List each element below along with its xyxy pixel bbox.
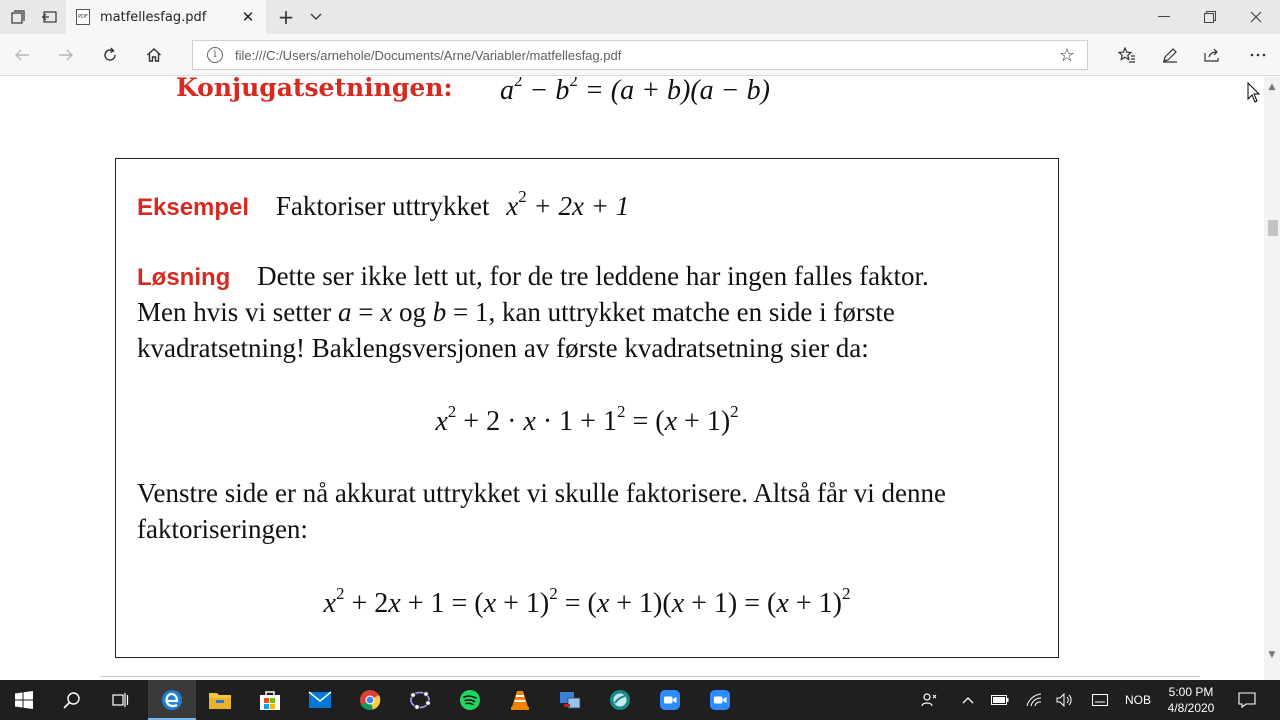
losning-line-2: Men hvis vi setter a = x og b = 1, kan u…: [137, 297, 895, 327]
site-info-icon[interactable]: i: [207, 47, 223, 63]
losning-text-1: Dette ser ikke lett ut, for de tre ledde…: [257, 261, 929, 291]
scroll-thumb[interactable]: [1268, 220, 1278, 236]
geogebra-icon[interactable]: [396, 680, 444, 720]
tab-title: matfellesfag.pdf: [100, 9, 207, 25]
system-clock[interactable]: 5:00 PM 4/8/2020: [1158, 684, 1224, 716]
mail-icon[interactable]: [296, 680, 344, 720]
losning-line-3: kvadratsetning! Baklengsversjonen av før…: [137, 333, 869, 363]
konjugat-formula: a2 − b2 = (a + b)(a − b): [500, 77, 770, 106]
chrome-icon[interactable]: [346, 680, 394, 720]
equation-2: x2 + 2x + 1 = (x + 1)2 = (x + 1)(x + 1) …: [323, 584, 851, 619]
restore-icon[interactable]: [1187, 0, 1233, 34]
wifi-icon[interactable]: [1022, 680, 1046, 720]
venstre-line-2: faktoriseringen:: [137, 514, 308, 544]
more-icon[interactable]: [1236, 34, 1280, 76]
favorite-star-icon[interactable]: ☆: [1047, 45, 1087, 66]
people-icon[interactable]: [916, 680, 942, 720]
browser-toolbar: i file:///C:/Users/arnehole/Documents/Ar…: [0, 34, 1280, 76]
page-separator: [100, 676, 1200, 677]
clock-date: 4/8/2020: [1167, 701, 1215, 715]
search-icon[interactable]: [48, 680, 96, 720]
example-box: Eksempel Faktoriser uttrykket x2 + 2x + …: [115, 158, 1059, 658]
file-explorer-icon[interactable]: [196, 680, 244, 720]
zoom-icon[interactable]: [646, 680, 694, 720]
close-window-icon[interactable]: [1233, 0, 1279, 34]
pdf-icon: PDF: [76, 9, 90, 25]
favorites-list-icon[interactable]: [1105, 34, 1149, 76]
tab-bar: PDF matfellesfag.pdf ✕ +: [0, 0, 1280, 34]
back-icon[interactable]: [0, 34, 44, 76]
active-tab[interactable]: PDF matfellesfag.pdf ✕: [66, 0, 266, 34]
losning-text-2a: Men hvis vi setter: [137, 297, 332, 327]
home-icon[interactable]: [132, 34, 176, 76]
pdf-viewer: Konjugatsetningen: a2 − b2 = (a + b)(a −…: [0, 77, 1264, 680]
url-text[interactable]: file:///C:/Users/arnehole/Documents/Arne…: [235, 48, 1047, 63]
venstre-line-1: Venstre side er nå akkurat uttrykket vi …: [137, 478, 946, 508]
task-view-icon[interactable]: [96, 680, 144, 720]
battery-icon[interactable]: [988, 680, 1012, 720]
spotify-icon[interactable]: [446, 680, 494, 720]
close-tab-icon[interactable]: ✕: [236, 8, 260, 26]
scroll-up-icon[interactable]: ▲: [1264, 79, 1280, 95]
refresh-icon[interactable]: [88, 34, 132, 76]
chevron-down-icon[interactable]: [302, 0, 330, 34]
eksempel-text: Faktoriser uttrykket: [275, 191, 490, 221]
eksempel-line: Eksempel Faktoriser uttrykket x2 + 2x + …: [137, 179, 629, 226]
windows-start-icon[interactable]: [0, 680, 48, 720]
volume-icon[interactable]: [1053, 680, 1077, 720]
new-tab-button[interactable]: +: [272, 0, 300, 34]
pen-icon[interactable]: [1148, 34, 1192, 76]
set-aside-tabs-icon[interactable]: [33, 0, 65, 34]
assign-a: a: [337, 297, 352, 327]
assign-b: b: [432, 297, 447, 327]
equation-1: x2 + 2 · x · 1 + 12 = (x + 1)2: [435, 402, 739, 437]
scroll-down-icon[interactable]: ▼: [1264, 647, 1280, 663]
network-app-icon[interactable]: [546, 680, 594, 720]
losning-heading: Løsning: [137, 264, 231, 291]
losning-text-2b: og: [398, 297, 426, 327]
eksempel-expression: x2 + 2x + 1: [506, 187, 630, 221]
eksempel-heading: Eksempel: [137, 194, 250, 221]
chevron-up-icon[interactable]: [956, 680, 980, 720]
tab-actions-icon[interactable]: [2, 0, 34, 34]
store-icon[interactable]: [246, 680, 294, 720]
losning-text-2c: , kan uttrykket matche en side i første: [488, 297, 895, 327]
share-icon[interactable]: [1191, 34, 1235, 76]
vlc-icon[interactable]: [496, 680, 544, 720]
edge-icon[interactable]: [148, 680, 196, 720]
mouse-cursor-icon: [1247, 82, 1261, 103]
windows-taskbar: NOB 5:00 PM 4/8/2020: [0, 680, 1280, 720]
zoom-meetings-icon[interactable]: [696, 680, 744, 720]
clock-time: 5:00 PM: [1168, 685, 1214, 699]
minimize-icon[interactable]: [1141, 0, 1187, 34]
forward-icon[interactable]: [44, 34, 88, 76]
konjugat-label: Konjugatsetningen:: [176, 77, 453, 102]
app-icon[interactable]: [596, 680, 644, 720]
vertical-scrollbar[interactable]: ▲ ▼: [1264, 77, 1280, 680]
action-center-icon[interactable]: [1234, 680, 1260, 720]
losning-para: Løsning Dette ser ikke lett ut, for de t…: [137, 258, 1041, 296]
input-language[interactable]: NOB: [1120, 680, 1156, 720]
keyboard-icon[interactable]: [1088, 680, 1112, 720]
address-bar[interactable]: i file:///C:/Users/arnehole/Documents/Ar…: [192, 40, 1088, 70]
